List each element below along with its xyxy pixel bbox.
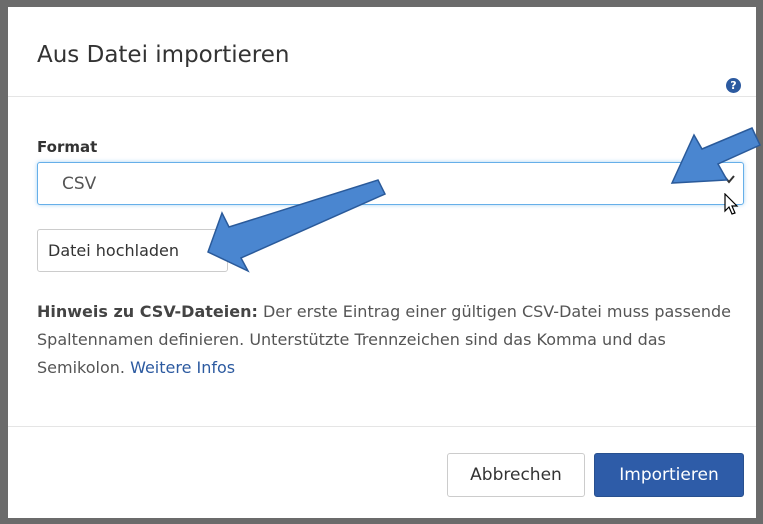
mouse-cursor-icon	[724, 193, 739, 215]
annotation-arrow-icon	[207, 127, 762, 273]
